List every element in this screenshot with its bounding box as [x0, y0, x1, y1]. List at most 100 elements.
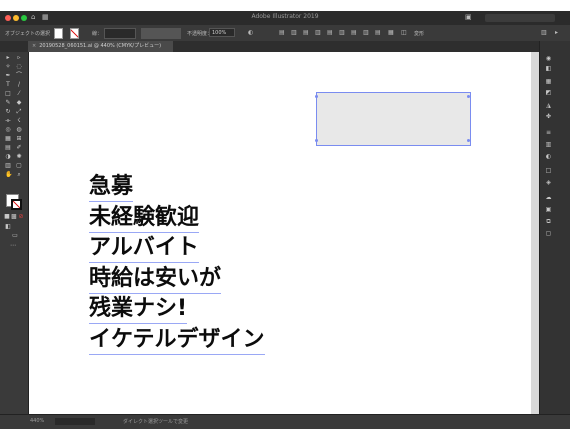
shape-builder-tool-icon[interactable]: ◎	[5, 127, 11, 133]
pen-tool-icon[interactable]: ✒	[5, 73, 11, 79]
status-bar: 440% ダイレクト選択ツールで変更	[0, 414, 570, 429]
align-top-icon[interactable]: ▥	[315, 29, 321, 36]
hand-tool-icon[interactable]: ✋	[5, 172, 12, 178]
tool-hint: ダイレクト選択ツールで変更	[123, 419, 189, 425]
gradient-mode-icon[interactable]: ▩	[11, 214, 17, 220]
text-line[interactable]: イケテルデザイン	[89, 326, 265, 355]
document-tab-label: 20190528_060151.ai @ 440% (CMYK/プレビュー)	[39, 43, 162, 49]
fill-swatch[interactable]	[54, 28, 63, 39]
selection-label: オブジェクトの選択	[5, 31, 51, 37]
stroke-panel-icon[interactable]: ≡	[544, 129, 553, 136]
brushes-panel-icon[interactable]: ✤	[544, 113, 553, 120]
paintbrush-tool-icon[interactable]: ⁄	[16, 91, 22, 97]
stock-search-field[interactable]	[485, 14, 555, 22]
opacity-field[interactable]: 100%	[209, 28, 235, 37]
eyedropper-tool-icon[interactable]: ✐	[16, 145, 22, 151]
artboard-tool-icon[interactable]: ▢	[16, 163, 22, 169]
mesh-tool-icon[interactable]: ⊞	[16, 136, 22, 142]
selection-tool-icon[interactable]: ▸	[5, 55, 11, 61]
artboards-panel-icon[interactable]: ▢	[544, 230, 553, 237]
selected-rectangle[interactable]	[316, 92, 471, 146]
gradient-tool-icon[interactable]: ▤	[5, 145, 11, 151]
scale-tool-icon[interactable]: ⤢	[16, 109, 22, 115]
direct-selection-tool-icon[interactable]: ▹	[16, 55, 22, 61]
type-tool-icon[interactable]: T	[5, 82, 11, 88]
text-line[interactable]: 急募	[89, 173, 134, 202]
text-line[interactable]: 時給は安いが	[89, 265, 222, 294]
distribute-v-icon[interactable]: ▤	[375, 29, 381, 36]
line-tool-icon[interactable]: /	[16, 82, 22, 88]
draw-mode-icon[interactable]: ◧	[5, 224, 11, 230]
isolate-icon[interactable]: ◫	[401, 29, 407, 36]
more-tools-icon[interactable]: ⋯	[10, 243, 16, 249]
rect-handle-bottom-right[interactable]	[467, 139, 470, 142]
magic-wand-tool-icon[interactable]: ✧	[5, 64, 11, 70]
symbols-panel-icon[interactable]: ☁	[544, 194, 553, 201]
layers-panel-icon[interactable]: ◧	[544, 65, 553, 72]
brush-definition-field[interactable]	[141, 28, 181, 39]
align-right-icon[interactable]: ▤	[303, 29, 309, 36]
panel-dock: ◉ ◧ ▦ ◩ ◮ ✤ ≡ ▥ ◐ □ ◈ ☁ ▣ ⧉ ▢	[539, 41, 570, 414]
align-bottom-icon[interactable]: ▥	[339, 29, 345, 36]
search-help-icon[interactable]: ▸	[555, 29, 558, 36]
transparency-panel-icon[interactable]: ◐	[544, 153, 553, 160]
text-line[interactable]: 未経験歓迎	[89, 204, 200, 233]
illustrator-window: ⌂ ▦ Adobe Illustrator 2019 ▣ オブジェクトの選択 線…	[0, 0, 570, 429]
zoom-level[interactable]: 440%	[30, 418, 44, 424]
libraries-panel-icon[interactable]: ▦	[544, 78, 553, 85]
poster-text-block[interactable]: 急募 未経験歓迎 アルバイト 時給は安いが 残業ナシ! イケテルデザイン	[89, 173, 265, 356]
stroke-weight-field[interactable]	[104, 28, 136, 39]
stroke-color-swatch[interactable]	[11, 199, 22, 210]
color-panel-icon[interactable]: ◩	[544, 89, 553, 96]
document-tab[interactable]: × 20190528_060151.ai @ 440% (CMYK/プレビュー)	[28, 41, 173, 52]
stroke-label: 線：	[92, 31, 103, 37]
blend-tool-icon[interactable]: ◑	[5, 154, 11, 160]
recolor-icon[interactable]: ◐	[248, 29, 253, 36]
align-center-icon[interactable]: ▥	[291, 29, 297, 36]
distribute-h-icon[interactable]: ▥	[363, 29, 369, 36]
appearance-panel-icon[interactable]: □	[544, 167, 553, 174]
rect-handle-top-left[interactable]	[315, 95, 318, 98]
rotate-tool-icon[interactable]: ↻	[5, 109, 11, 115]
align-to-icon[interactable]: ▦	[388, 29, 394, 36]
pathfinder-panel-icon[interactable]: ⧉	[544, 218, 553, 225]
rect-handle-bottom-left[interactable]	[315, 139, 318, 142]
align-panel-icon[interactable]: ▣	[544, 206, 553, 213]
rectangle-tool-icon[interactable]: □	[5, 91, 11, 97]
warp-tool-icon[interactable]: ☇	[16, 118, 22, 124]
none-mode-icon[interactable]: ⊘	[18, 214, 24, 220]
eraser-tool-icon[interactable]: ◆	[16, 100, 22, 106]
document-tab-bar: × 20190528_060151.ai @ 440% (CMYK/プレビュー)	[0, 41, 570, 52]
properties-panel-icon[interactable]: ◉	[544, 55, 553, 62]
opacity-value: 100%	[212, 30, 227, 36]
tools-panel: ▸ ▹ ✧ ◌ ✒ ⌒ T / □ ⁄ ✎ ◆ ↻ ⤢ ⟛ ☇ ◎ ◍ ▦ ⊞ …	[0, 52, 29, 414]
rect-handle-top-right[interactable]	[467, 95, 470, 98]
zoom-tool-icon[interactable]: ⌕	[16, 172, 22, 178]
width-tool-icon[interactable]: ⟛	[5, 118, 11, 124]
symbol-sprayer-tool-icon[interactable]: ✺	[16, 154, 22, 160]
align-left-icon[interactable]: ▤	[279, 29, 285, 36]
close-tab-icon[interactable]: ×	[32, 43, 36, 49]
gradient-panel-icon[interactable]: ▥	[544, 141, 553, 148]
graphic-styles-panel-icon[interactable]: ◈	[544, 179, 553, 186]
workspace-switcher-icon[interactable]: ▥	[541, 29, 547, 36]
text-line[interactable]: アルバイト	[89, 234, 199, 263]
graph-tool-icon[interactable]: ▥	[5, 163, 11, 169]
live-paint-tool-icon[interactable]: ◍	[16, 127, 22, 133]
curvature-tool-icon[interactable]: ⌒	[16, 73, 22, 79]
text-line[interactable]: 残業ナシ!	[89, 295, 188, 324]
artboard-navigator[interactable]	[55, 418, 95, 425]
shaper-tool-icon[interactable]: ✎	[5, 100, 11, 106]
perspective-grid-tool-icon[interactable]: ▦	[5, 136, 11, 142]
control-bar: オブジェクトの選択 線： 不透明度： 100% ◐ ▤ ▥ ▤ ▥ ▤ ▥ ▤ …	[0, 25, 570, 42]
pasteboard	[531, 52, 539, 414]
lasso-tool-icon[interactable]: ◌	[16, 64, 22, 70]
distribute-icon[interactable]: ▤	[351, 29, 357, 36]
color-mode-icon[interactable]: ■	[4, 214, 10, 220]
transform-label[interactable]: 変形	[414, 30, 424, 37]
arrange-documents-icon[interactable]: ▣	[465, 13, 472, 21]
swatches-panel-icon[interactable]: ◮	[544, 102, 553, 109]
screen-mode-icon[interactable]: ▭	[12, 233, 18, 239]
align-middle-icon[interactable]: ▤	[327, 29, 333, 36]
title-bar: ⌂ ▦ Adobe Illustrator 2019 ▣	[0, 11, 570, 25]
